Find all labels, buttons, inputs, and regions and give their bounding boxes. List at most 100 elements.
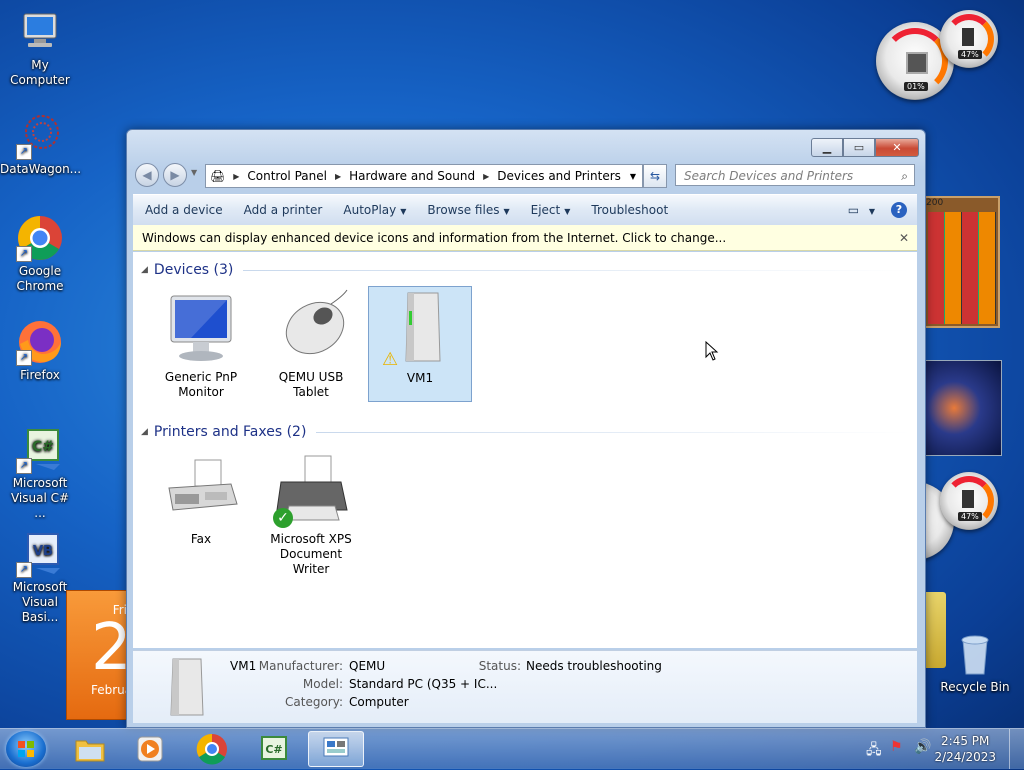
desktop-icon-datawagon[interactable]: ↗ DataWagon...	[0, 112, 81, 177]
printer-fax[interactable]: Fax	[149, 448, 253, 547]
desktop-icon-label: Firefox	[20, 368, 60, 382]
model-label: Model:	[302, 677, 343, 691]
add-device-button[interactable]: Add a device	[136, 203, 232, 217]
search-icon[interactable]: ⌕	[901, 165, 908, 187]
memory-percent: 47%	[958, 512, 982, 521]
collapse-arrow-icon[interactable]: ◢	[141, 427, 148, 437]
device-generic-pnp-monitor[interactable]: Generic PnP Monitor	[149, 286, 253, 400]
close-infobar-icon[interactable]: ✕	[899, 225, 909, 251]
desktop-icon-my-computer[interactable]: My Computer	[0, 8, 80, 88]
recent-pages-dropdown[interactable]: ▼	[191, 168, 197, 177]
chip-icon	[906, 52, 928, 74]
minimize-button[interactable]: ▁	[811, 138, 843, 157]
shortcut-arrow-icon: ↗	[16, 350, 32, 366]
autoplay-menu[interactable]: AutoPlay ▼	[334, 203, 415, 217]
device-list: ◢ Devices (3) Generic PnP Monitor QEMU U…	[133, 252, 917, 648]
desktop-icon-google-chrome[interactable]: ↗ Google Chrome	[0, 214, 80, 294]
default-printer-check-icon: ✓	[273, 508, 293, 528]
eject-menu[interactable]: Eject ▼	[522, 203, 580, 217]
maximize-button[interactable]: ▭	[843, 138, 875, 157]
svg-text:C#: C#	[32, 439, 54, 455]
dropdown-arrow-icon: ▼	[400, 207, 407, 216]
taskbar-media-player[interactable]	[122, 731, 178, 767]
device-label: QEMU USB Tablet	[278, 370, 344, 399]
taskbar-google-chrome[interactable]	[184, 731, 240, 767]
picture-puzzle-gadget[interactable]: 200	[922, 196, 1000, 328]
add-printer-button[interactable]: Add a printer	[235, 203, 332, 217]
refresh-button[interactable]: ⇆	[643, 164, 667, 188]
start-button[interactable]	[6, 731, 46, 767]
change-view-button[interactable]: ▭ ▼	[848, 203, 875, 217]
svg-text:C#: C#	[265, 743, 282, 756]
desktop-icon-recycle-bin[interactable]: Recycle Bin	[935, 630, 1015, 695]
memory-meter-gadget-2[interactable]: 47%	[940, 472, 998, 530]
browse-files-label: Browse files	[427, 203, 500, 217]
troubleshoot-button[interactable]: Troubleshoot	[582, 203, 677, 217]
address-dropdown-icon[interactable]: ▼	[630, 172, 636, 181]
command-bar-right: ▭ ▼ ?	[848, 202, 917, 218]
folder-icon	[75, 740, 105, 762]
manufacturer-value: QEMU	[349, 659, 386, 673]
desktop-icon-firefox[interactable]: ↗ Firefox	[0, 318, 80, 383]
mouse-cursor-icon	[705, 341, 719, 361]
forward-button[interactable]: ▶	[163, 163, 187, 187]
chrome-icon: ↗	[16, 214, 64, 262]
taskbar-visual-csharp[interactable]: C#	[246, 731, 302, 767]
slideshow-gadget[interactable]	[922, 360, 1002, 456]
group-header-devices[interactable]: ◢ Devices (3)	[141, 262, 911, 278]
information-bar[interactable]: Windows can display enhanced device icon…	[133, 225, 917, 251]
network-icon[interactable]: 🖧	[866, 739, 882, 763]
taskbar: C# 🖧 ⚑ 🔊 2:45 PM 2/24/2023	[0, 728, 1024, 769]
forward-arrow-icon: ▶	[170, 168, 180, 182]
back-button[interactable]: ◀	[135, 163, 159, 187]
devices-and-printers-window[interactable]: ▁ ▭ ✕ ◀ ▶ ▼ 🖨 ▶ Control Panel ▶ Hardware…	[126, 129, 926, 728]
desktop-icon-visual-csharp[interactable]: C# ↗ Microsoft Visual C# ...	[0, 426, 80, 521]
help-button[interactable]: ?	[891, 202, 907, 218]
desktop-icon-label: Microsoft Visual Basi...	[12, 580, 68, 624]
computer-icon	[16, 8, 64, 56]
breadcrumb-control-panel[interactable]: Control Panel	[247, 169, 327, 183]
volume-icon[interactable]: 🔊	[914, 739, 931, 755]
visual-csharp-icon: C# ↗	[16, 426, 64, 474]
puzzle-grid	[928, 212, 996, 324]
calendar-gadget[interactable]: Fri 2 Februa	[66, 590, 132, 720]
browse-files-menu[interactable]: Browse files ▼	[418, 203, 518, 217]
breadcrumb-devices-and-printers[interactable]: Devices and Printers	[497, 169, 621, 183]
device-vm1[interactable]: ⚠ VM1	[368, 286, 472, 402]
details-device-icon	[163, 657, 213, 717]
svg-text:VB: VB	[33, 544, 53, 559]
breadcrumb-separator-icon: ▶	[483, 171, 490, 181]
mouse-icon	[271, 286, 351, 366]
group-title: Printers and Faxes (2)	[153, 424, 307, 440]
desktop-icon-label: Microsoft Visual C# ...	[10, 476, 70, 520]
action-center-flag-icon[interactable]: ⚑	[890, 739, 903, 755]
taskbar-file-explorer[interactable]	[62, 731, 118, 767]
printer-microsoft-xps-document-writer[interactable]: ✓ Microsoft XPS Document Writer	[259, 448, 363, 577]
breadcrumb-hardware-and-sound[interactable]: Hardware and Sound	[349, 169, 475, 183]
device-qemu-usb-tablet[interactable]: QEMU USB Tablet	[259, 286, 363, 400]
devices-and-printers-icon	[323, 737, 349, 757]
status-value: Needs troubleshooting	[526, 659, 662, 673]
show-desktop-button[interactable]	[1009, 729, 1024, 769]
minimize-icon: ▁	[822, 141, 832, 154]
memory-meter-gadget[interactable]: 47%	[940, 10, 998, 68]
desktop-icon-label: Google Chrome	[16, 264, 64, 293]
clock[interactable]: 2:45 PM 2/24/2023	[934, 733, 996, 765]
printer-icon: ✓	[271, 448, 351, 528]
device-label: VM1	[406, 371, 434, 385]
warning-icon: ⚠	[382, 349, 399, 370]
close-button[interactable]: ✕	[875, 138, 919, 157]
group-title: Devices (3)	[153, 262, 234, 278]
visual-csharp-icon: C#	[261, 736, 287, 760]
taskbar-devices-and-printers[interactable]	[308, 731, 364, 767]
visual-basic-icon: VB ↗	[16, 530, 64, 578]
computer-tower-icon: ⚠	[380, 287, 460, 370]
memory-icon	[962, 28, 974, 46]
search-input[interactable]: Search Devices and Printers ⌕	[675, 164, 915, 186]
address-bar[interactable]: 🖨 ▶ Control Panel ▶ Hardware and Sound ▶…	[205, 164, 643, 188]
group-header-printers-and-faxes[interactable]: ◢ Printers and Faxes (2)	[141, 424, 911, 440]
command-bar: Add a device Add a printer AutoPlay ▼ Bro…	[133, 194, 917, 226]
window-caption-buttons: ▁ ▭ ✕	[811, 138, 919, 157]
collapse-arrow-icon[interactable]: ◢	[141, 265, 148, 275]
memory-icon	[962, 490, 974, 508]
